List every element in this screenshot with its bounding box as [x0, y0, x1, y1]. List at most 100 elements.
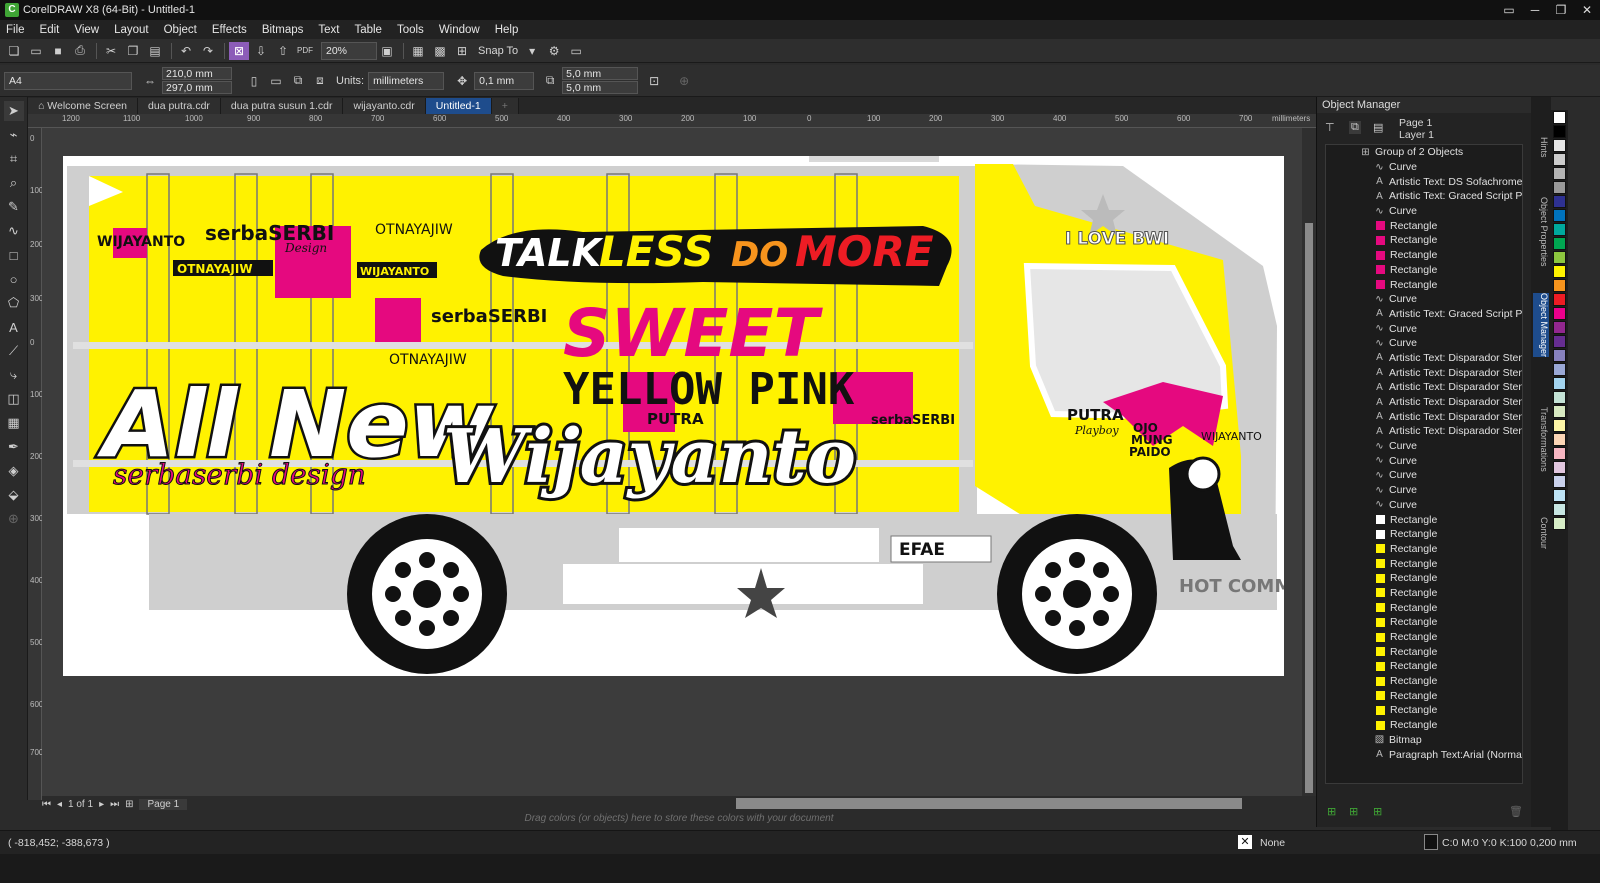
object-list-item[interactable]: A Paragraph Text:Arial (Normal) [1326, 747, 1522, 762]
menu-file[interactable]: File [6, 24, 25, 36]
palette-swatch[interactable] [1553, 517, 1566, 530]
add-page-icon[interactable]: ⊞ [125, 799, 133, 810]
current-page-icon[interactable]: ⧈ [310, 72, 330, 90]
freehand-tool-icon[interactable]: ✎ [4, 197, 24, 217]
eyedropper-icon[interactable]: ✒ [4, 437, 24, 457]
tab-transformations[interactable]: Transformations [1533, 407, 1549, 472]
object-list-item[interactable]: Rectangle [1326, 644, 1522, 659]
object-list-item[interactable]: Rectangle [1326, 233, 1522, 248]
tab-dua-putra-susun[interactable]: dua putra susun 1.cdr [220, 98, 344, 114]
menu-help[interactable]: Help [495, 24, 519, 36]
menu-text[interactable]: Text [318, 24, 339, 36]
new-layer-icon[interactable]: ⊞ [1327, 805, 1336, 818]
object-list-item[interactable]: ∿ Curve [1326, 336, 1522, 351]
options-gear-icon[interactable]: ⚙ [544, 42, 564, 60]
parallel-dimension-icon[interactable]: ⟋ [4, 341, 24, 361]
object-list-item[interactable]: Rectangle [1326, 263, 1522, 278]
object-list-item[interactable]: A Artistic Text: DS Sofachrome ( [1326, 174, 1522, 189]
tab-dua-putra[interactable]: dua putra.cdr [138, 98, 221, 114]
object-list-item[interactable]: A Artistic Text: Disparador Stenc [1326, 365, 1522, 380]
page-width-field[interactable]: 210,0 mm [162, 67, 232, 80]
shape-tool-icon[interactable]: ⌁ [4, 125, 24, 145]
menu-view[interactable]: View [74, 24, 99, 36]
palette-swatch[interactable] [1553, 251, 1566, 264]
menu-bitmaps[interactable]: Bitmaps [262, 24, 304, 36]
prev-page-icon[interactable]: ◂ [57, 799, 62, 810]
palette-swatch[interactable] [1553, 139, 1566, 152]
save-icon[interactable]: ■ [48, 42, 68, 60]
object-list-item[interactable]: Rectangle [1326, 277, 1522, 292]
object-list-item[interactable]: A Artistic Text: Disparador Stenc [1326, 351, 1522, 366]
portrait-icon[interactable]: ▯ [244, 72, 264, 90]
object-list-item[interactable]: ⊞ Group of 2 Objects [1326, 145, 1522, 160]
undo-icon[interactable]: ↶ [176, 42, 196, 60]
chevron-down-icon[interactable]: ▾ [522, 42, 542, 60]
new-master-layer-icon[interactable]: ⊞ [1349, 805, 1358, 818]
search-content-icon[interactable]: ⊠ [229, 41, 249, 60]
tab-object-manager[interactable]: Object Manager [1533, 293, 1549, 358]
object-list-item[interactable]: ▧ Bitmap [1326, 733, 1522, 748]
minimize-button[interactable]: ─ [1522, 0, 1548, 20]
object-list-item[interactable]: ∿ Curve [1326, 453, 1522, 468]
print-icon[interactable]: ⎙ [70, 42, 90, 60]
object-list-item[interactable]: A Artistic Text: Disparador Stenc [1326, 395, 1522, 410]
open-folder-icon[interactable]: ▭ [26, 42, 46, 60]
add-icon[interactable]: ⊕ [674, 72, 694, 90]
palette-swatch[interactable] [1553, 279, 1566, 292]
object-list-item[interactable]: ∿ Curve [1326, 483, 1522, 498]
docker-toolbar-icon[interactable]: ⊤ [1325, 121, 1335, 134]
add-tool-icon[interactable]: ⊕ [4, 509, 24, 529]
horizontal-scrollbar[interactable] [736, 798, 1242, 809]
redo-icon[interactable]: ↷ [198, 42, 218, 60]
paste-icon[interactable]: ▤ [145, 42, 165, 60]
new-tab-button[interactable]: + [491, 98, 519, 114]
palette-swatch[interactable] [1553, 321, 1566, 334]
palette-swatch[interactable] [1553, 265, 1566, 278]
object-list-item[interactable]: A Artistic Text: Graced Script PEF [1326, 189, 1522, 204]
object-list-item[interactable]: A Artistic Text: Disparador Stenc [1326, 380, 1522, 395]
scroll-thumb[interactable] [1305, 223, 1313, 793]
palette-swatch[interactable] [1553, 461, 1566, 474]
next-page-icon[interactable]: ▸ [99, 799, 104, 810]
tab-welcome-screen[interactable]: ⌂ Welcome Screen [28, 98, 139, 114]
object-list-item[interactable]: Rectangle [1326, 248, 1522, 263]
object-list-item[interactable]: Rectangle [1326, 615, 1522, 630]
vertical-ruler[interactable]: 0 100 200 300 0 100 200 300 400 500 600 … [28, 128, 43, 800]
artistic-media-icon[interactable]: ∿ [4, 221, 24, 241]
palette-swatch[interactable] [1553, 237, 1566, 250]
menu-edit[interactable]: Edit [40, 24, 60, 36]
object-list-item[interactable]: ∿ Curve [1326, 160, 1522, 175]
full-screen-icon[interactable]: ▣ [377, 42, 397, 60]
restore-button[interactable]: ❐ [1548, 0, 1574, 20]
duplicate-y-field[interactable]: 5,0 mm [562, 81, 639, 94]
object-list-item[interactable]: Rectangle [1326, 600, 1522, 615]
ellipse-tool-icon[interactable]: ○ [4, 269, 24, 289]
object-list-item[interactable]: A Artistic Text: Disparador Stenc [1326, 424, 1522, 439]
object-list-item[interactable]: A Artistic Text: Disparador Stenc [1326, 409, 1522, 424]
palette-swatch[interactable] [1553, 363, 1566, 376]
page-height-field[interactable]: 297,0 mm [162, 81, 232, 94]
palette-swatch[interactable] [1553, 475, 1566, 488]
palette-swatch[interactable] [1553, 335, 1566, 348]
import-icon[interactable]: ⇩ [251, 42, 271, 60]
rectangle-tool-icon[interactable]: □ [4, 245, 24, 265]
palette-swatch[interactable] [1553, 377, 1566, 390]
fill-none-icon[interactable]: ✕ [1238, 835, 1252, 849]
palette-swatch[interactable] [1553, 111, 1566, 124]
object-list-item[interactable]: Rectangle [1326, 688, 1522, 703]
palette-swatch[interactable] [1553, 433, 1566, 446]
zoom-tool-icon[interactable]: ⌕ [4, 173, 24, 193]
tab-hints[interactable]: Hints [1533, 137, 1549, 158]
object-list-item[interactable]: A Artistic Text: Graced Script PEF [1326, 307, 1522, 322]
show-grid-icon[interactable]: ▩ [430, 42, 450, 60]
object-list-item[interactable]: Rectangle [1326, 703, 1522, 718]
tab-untitled-1[interactable]: Untitled-1 [425, 98, 492, 114]
object-list[interactable]: ⊞ Group of 2 Objects ∿ Curve A Artistic Text:… [1325, 144, 1523, 784]
new-master-layer-all-icon[interactable]: ⊞ [1373, 805, 1382, 818]
object-list-item[interactable]: ∿ Curve [1326, 321, 1522, 336]
vertical-scrollbar[interactable] [1302, 128, 1316, 796]
copy-icon[interactable]: ❐ [123, 42, 143, 60]
object-list-item[interactable]: ∿ Curve [1326, 292, 1522, 307]
palette-swatch[interactable] [1553, 125, 1566, 138]
menu-object[interactable]: Object [164, 24, 197, 36]
